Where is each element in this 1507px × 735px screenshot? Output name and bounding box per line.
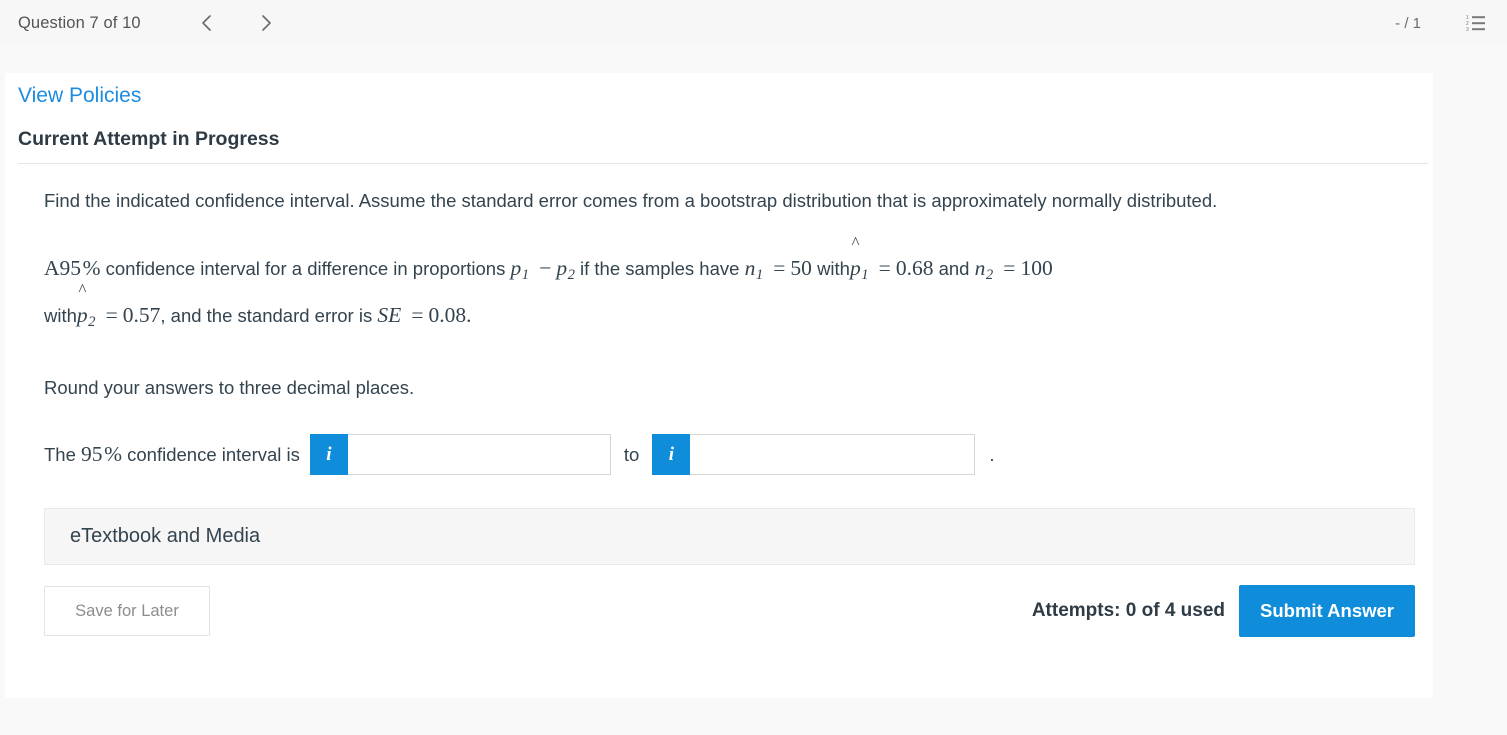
svg-text:3: 3 [1466, 27, 1469, 32]
statement-p1: p1 [510, 256, 530, 284]
save-for-later-button[interactable]: Save for Later [44, 586, 210, 637]
info-icon-lower[interactable]: i [309, 434, 348, 476]
statement-eq-5: = [411, 303, 424, 328]
card-header: View Policies Current Attempt in Progres… [5, 73, 1433, 152]
statement-phat1: ^ p1 [849, 232, 869, 284]
page-root: Question 7 of 10 - / 1 1 2 3 View Polici… [0, 0, 1507, 735]
answer-trailing-period: . [989, 443, 995, 465]
footer-right: Attempts: 0 of 4 used Submit Answer [1031, 585, 1415, 638]
statement-n2: n2 [974, 256, 994, 284]
question-card: View Policies Current Attempt in Progres… [5, 73, 1433, 698]
statement-eq-2: = [878, 256, 891, 280]
statement-and: and [938, 258, 970, 279]
top-bar-right: - / 1 1 2 3 [1395, 13, 1507, 33]
score-display: - / 1 [1395, 14, 1421, 32]
statement-p2: p2 [556, 256, 575, 284]
statement-comma-tail: , and the standard error is [160, 305, 373, 327]
statement-phat2: ^ p2 [76, 280, 96, 331]
info-icon-upper[interactable]: i [652, 434, 691, 476]
statement-with-2: with [44, 305, 77, 327]
statement-n2-value: 100 [1020, 256, 1053, 280]
question-footer: Save for Later Attempts: 0 of 4 used Sub… [44, 585, 1415, 638]
statement-se-symbol: SE [377, 303, 402, 328]
question-navigation [186, 8, 288, 38]
statement-phat2-value: 0.57 [122, 303, 161, 328]
submit-answer-button[interactable]: Submit Answer [1239, 585, 1415, 638]
answer-suffix: confidence interval is [127, 444, 300, 466]
attempts-counter: Attempts: 0 of 4 used [1031, 600, 1226, 622]
top-bar: Question 7 of 10 - / 1 1 2 3 [0, 0, 1507, 46]
numbered-list-glyph: 1 2 3 [1466, 15, 1485, 32]
chevron-right-icon [262, 15, 271, 31]
answer-percent: % [104, 442, 122, 467]
to-separator: to [623, 443, 640, 465]
statement-eq-3: = [1003, 256, 1016, 280]
statement-minus: − [539, 256, 552, 280]
attempt-status-title: Current Attempt in Progress [18, 128, 280, 150]
statement-eq-1: = [773, 256, 786, 280]
etextbook-and-media-bar[interactable]: eTextbook and Media [44, 508, 1415, 566]
statement-phat1-value: 0.68 [895, 256, 934, 280]
statement-n1-value: 50 [790, 256, 812, 280]
chevron-left-icon [202, 15, 211, 31]
statement-n1: n1 [744, 256, 764, 284]
answer-label: The 95 % confidence interval is [44, 442, 300, 467]
statement-eq-4: = [105, 303, 118, 328]
question-intro: Find the indicated confidence interval. … [44, 190, 1218, 211]
rounding-note: Round your answers to three decimal plac… [44, 377, 415, 399]
statement-lead: A [44, 256, 60, 280]
answer-level: 95 [81, 442, 103, 467]
statement-with-1: with [817, 258, 850, 279]
upper-bound-field-group: i [652, 434, 976, 476]
question-statement: A95 % confidence interval for a differen… [44, 232, 1402, 342]
etextbook-label: eTextbook and Media [70, 525, 261, 548]
question-counter: Question 7 of 10 [18, 13, 141, 32]
question-body: Find the indicated confidence interval. … [18, 164, 1428, 638]
view-policies-link[interactable]: View Policies [18, 81, 141, 111]
answer-row: The 95 % confidence interval is i to i . [44, 434, 1402, 476]
lower-bound-input[interactable] [347, 434, 611, 476]
statement-mid2: if the samples have [580, 258, 740, 279]
lower-bound-field-group: i [309, 434, 611, 476]
upper-bound-input[interactable] [690, 434, 976, 476]
statement-se-value: 0.08 [428, 303, 467, 328]
answer-prefix: The [44, 444, 76, 466]
statement-period: . [466, 303, 472, 328]
previous-question-button[interactable] [186, 8, 228, 38]
statement-percent: % [82, 256, 101, 280]
statement-mid1: confidence interval for a difference in … [105, 258, 506, 279]
statement-confidence-level: 95 [59, 256, 82, 280]
numbered-list-icon[interactable]: 1 2 3 [1465, 13, 1487, 33]
next-question-button[interactable] [246, 8, 288, 38]
